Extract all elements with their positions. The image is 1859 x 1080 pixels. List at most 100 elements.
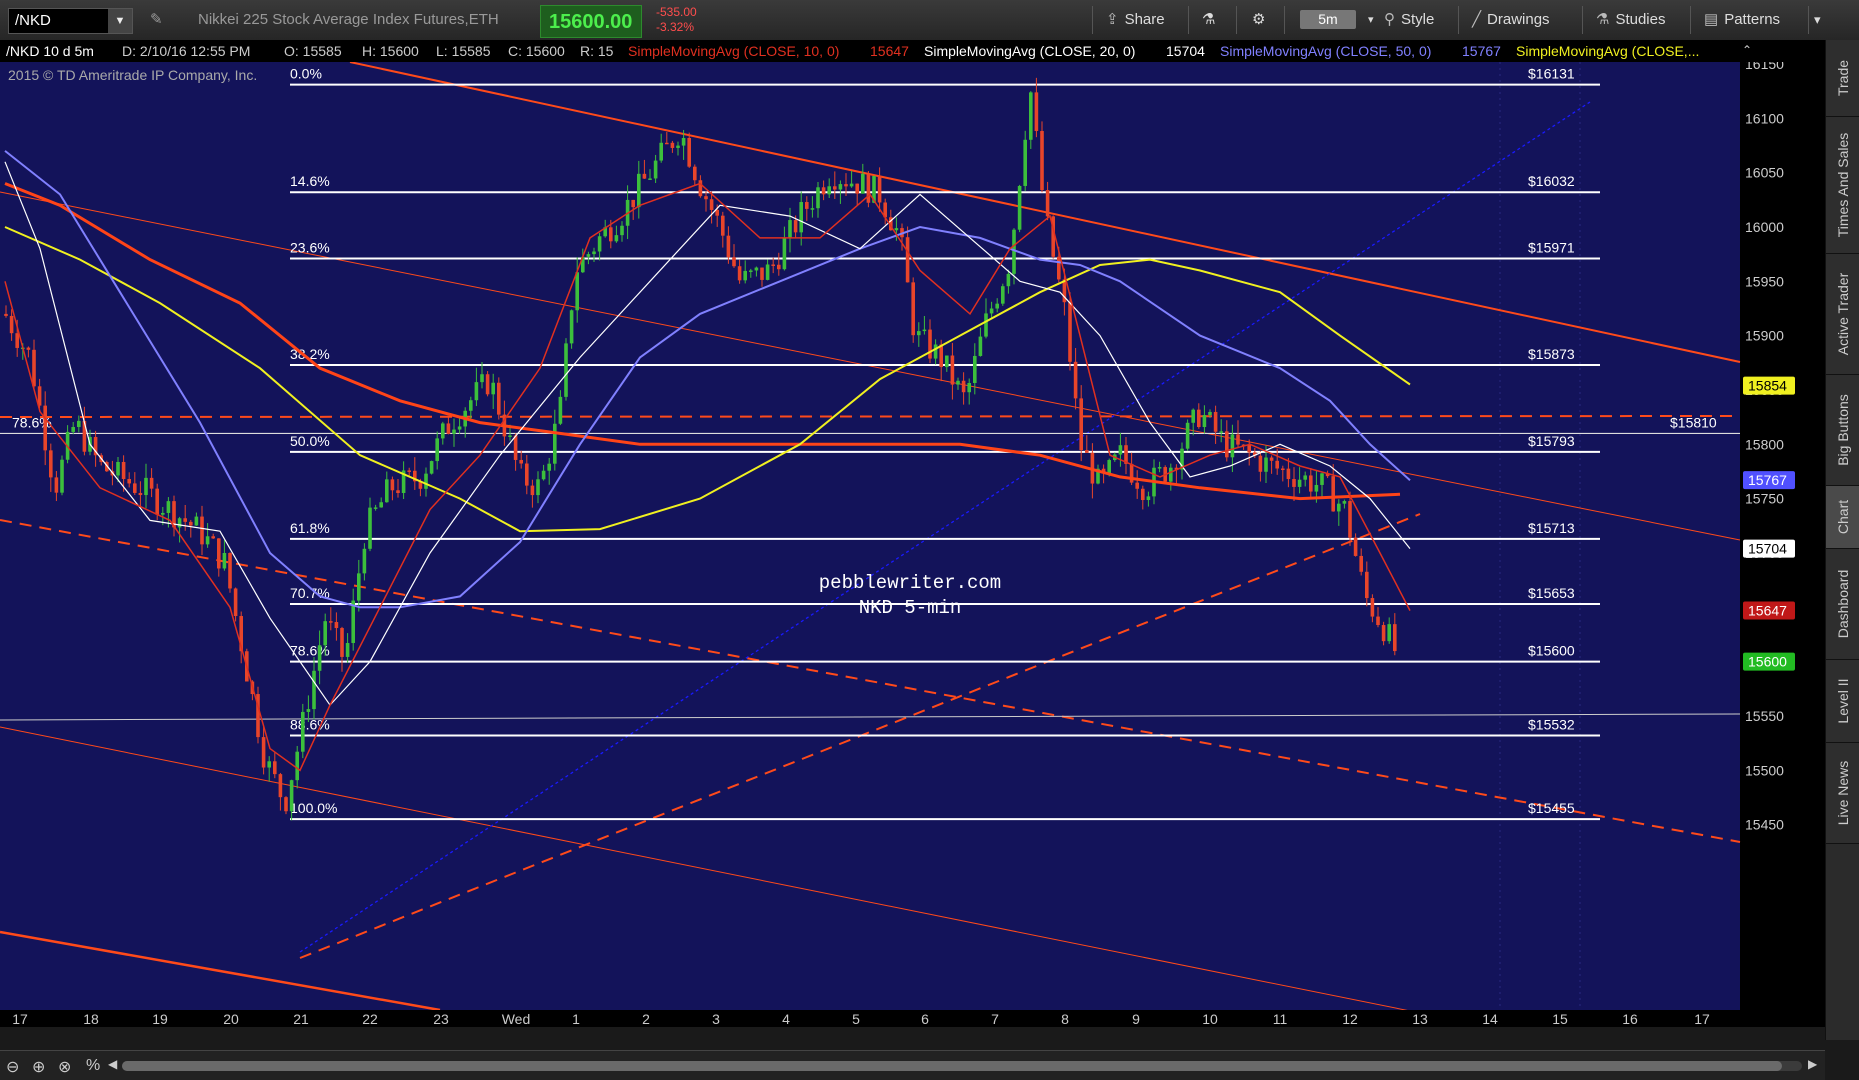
candle-down — [278, 774, 283, 798]
more-menu-icon[interactable]: ▾ — [1814, 8, 1821, 32]
sma50-label[interactable]: SimpleMovingAvg (CLOSE, 50, 0) — [1220, 43, 1431, 59]
sma20-label[interactable]: SimpleMovingAvg (CLOSE, 20, 0) — [924, 43, 1135, 59]
time-axis-label: 8 — [1061, 1011, 1069, 1027]
tab-live-news[interactable]: Live News — [1826, 743, 1859, 844]
tab-big-buttons[interactable]: Big Buttons — [1826, 375, 1859, 486]
candle-down — [1135, 482, 1139, 489]
candle-down — [1040, 131, 1044, 191]
symbol-description: Nikkei 225 Stock Average Index Futures,E… — [198, 11, 499, 28]
candle-up — [469, 400, 473, 411]
candle-down — [189, 521, 193, 526]
status-open: O: 15585 — [284, 43, 342, 59]
candle-up — [558, 396, 563, 424]
candle-up — [452, 429, 456, 434]
time-axis-label: 1 — [572, 1011, 580, 1027]
tab-times-and-sales[interactable]: Times And Sales — [1826, 117, 1859, 254]
style-button[interactable]: ⚲ Style — [1384, 8, 1434, 32]
fib-price-label: $15455 — [1528, 800, 1575, 816]
candle-up — [345, 643, 350, 657]
candle-down — [1309, 475, 1313, 492]
tab-trade[interactable]: Trade — [1826, 40, 1859, 117]
candle-up — [429, 461, 434, 474]
aggregation-selector[interactable]: 5m — [1300, 10, 1356, 29]
tab-active-trader[interactable]: Active Trader — [1826, 254, 1859, 375]
pencil-icon[interactable]: ✎ — [150, 10, 168, 28]
time-axis-label: 21 — [293, 1011, 309, 1027]
fib-price-label: $15532 — [1528, 717, 1575, 733]
chart-canvas[interactable]: 0.0% $1613114.6% $1603223.6% $1597138.2% $15… — [0, 62, 1825, 1027]
sma10-label[interactable]: SimpleMovingAvg (CLOSE, 10, 0) — [628, 43, 839, 59]
zoom-in-icon[interactable]: ⊕ — [32, 1057, 45, 1077]
flask-icon[interactable]: ⚗ — [1202, 8, 1215, 32]
tab-chart[interactable]: Chart — [1826, 486, 1859, 549]
chevron-down-icon[interactable]: ▾ — [1368, 8, 1374, 32]
candle-up — [116, 461, 120, 476]
candle-down — [217, 538, 221, 569]
status-close: C: 15600 — [508, 43, 565, 59]
collapse-icon[interactable]: ⌃ — [1742, 43, 1752, 57]
scroll-left-icon[interactable]: ◀ — [108, 1057, 117, 1071]
candle-up — [161, 512, 165, 515]
candle-up — [295, 751, 299, 781]
candle-up — [1342, 501, 1347, 504]
candle-up — [1185, 422, 1190, 449]
scrollbar-thumb[interactable] — [122, 1061, 1782, 1071]
horizontal-scrollbar[interactable] — [122, 1061, 1802, 1071]
price-chart[interactable]: 0.0% $16131 14.6% $16032 23.6% $15971 38.2% $15… — [0, 62, 1825, 1027]
tab-label: Live News — [1835, 760, 1851, 826]
candle-down — [183, 518, 187, 522]
candle-up — [743, 270, 747, 281]
candle-up — [357, 573, 361, 601]
candle-down — [49, 450, 53, 478]
candle-up — [177, 518, 182, 528]
price-bubble-label: 15647 — [1748, 603, 1787, 619]
candle-up — [379, 502, 383, 508]
candle-down — [777, 264, 781, 270]
chevron-down-icon[interactable]: ▼ — [108, 9, 132, 33]
candle-up — [1297, 479, 1302, 487]
studies-button[interactable]: ⚗ Studies — [1596, 8, 1666, 32]
candle-up — [648, 178, 652, 180]
candle-down — [530, 485, 535, 496]
toolbar-divider — [1236, 6, 1237, 34]
time-axis-background — [0, 1010, 1740, 1027]
candle-up — [681, 137, 686, 146]
candle-up — [592, 251, 596, 255]
candle-up — [1264, 457, 1268, 472]
thinkorswim-chart-window: /NKD ▼ ✎ Nikkei 225 Stock Average Index … — [0, 0, 1859, 1080]
sma-yellow-label[interactable]: SimpleMovingAvg (CLOSE,... — [1516, 43, 1699, 59]
toolbar-divider — [1582, 6, 1583, 34]
time-axis-label: 3 — [712, 1011, 720, 1027]
candle-up — [424, 473, 428, 489]
candle-down — [446, 423, 451, 434]
candle-up — [788, 220, 792, 239]
candle-up — [586, 254, 591, 257]
prior-fib-price-label: $15810 — [1670, 414, 1717, 430]
patterns-button[interactable]: ▤ Patterns — [1704, 8, 1780, 32]
share-button[interactable]: ⇪ Share — [1106, 8, 1165, 32]
zoom-out-icon[interactable]: ⊖ — [6, 1057, 19, 1077]
time-axis-label: 9 — [1132, 1011, 1140, 1027]
percent-scale-icon[interactable]: % — [86, 1057, 100, 1075]
candle-down — [1034, 92, 1039, 132]
price-axis-label: 15750 — [1745, 491, 1784, 507]
time-axis-label: 13 — [1412, 1011, 1428, 1027]
symbol-text[interactable]: /NKD — [15, 12, 51, 29]
candle-down — [805, 202, 809, 209]
candle-up — [1017, 185, 1022, 230]
studies-label: Studies — [1615, 11, 1666, 28]
time-axis-label: 18 — [83, 1011, 99, 1027]
fib-price-label: $15653 — [1528, 585, 1575, 601]
zoom-reset-icon[interactable]: ⊗ — [58, 1057, 71, 1077]
gear-icon[interactable]: ⚙ — [1252, 8, 1265, 32]
candle-up — [289, 780, 294, 812]
tab-level-ii[interactable]: Level II — [1826, 660, 1859, 743]
candle-down — [1348, 501, 1352, 538]
fib-percent-label: 50.0% — [290, 433, 330, 449]
drawings-button[interactable]: ╱ Drawings — [1472, 8, 1550, 32]
scroll-right-icon[interactable]: ▶ — [1808, 1057, 1817, 1071]
candle-up — [995, 303, 999, 309]
candle-up — [614, 235, 619, 242]
tab-dashboard[interactable]: Dashboard — [1826, 549, 1859, 660]
symbol-selector[interactable]: /NKD ▼ — [8, 8, 133, 34]
